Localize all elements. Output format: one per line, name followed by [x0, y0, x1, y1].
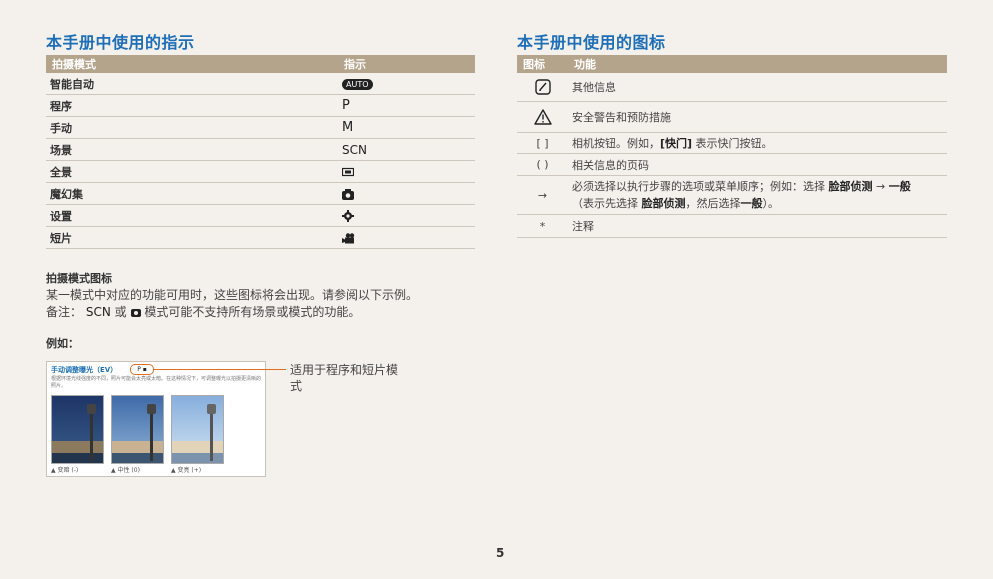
function-text: 注释: [568, 214, 947, 238]
caption-bright: ▲ 变亮 (+): [171, 467, 202, 474]
mode-name: 魔幻集: [46, 182, 338, 205]
table-row: 安全警告和预防措施: [517, 101, 947, 133]
example-heading: 例如：: [46, 337, 79, 350]
scene-icon: SCN: [342, 142, 367, 157]
sample-title: 手动调整曝光（EV）: [51, 366, 118, 374]
photo-dark: [51, 395, 104, 464]
photo-neutral: [111, 395, 164, 464]
callout-line: [154, 369, 286, 370]
movie-icon: ▪: [142, 366, 147, 373]
note-line: 备注： SCN 或 模式可能不支持所有场景或模式的功能。: [46, 304, 476, 321]
movie-icon: [342, 232, 355, 243]
photo-bright: [171, 395, 224, 464]
sample-description: 根据环境光线强度的不同，照片可能会太亮或太暗。在这种情况下，可调整曝光以拍摄更清…: [51, 376, 262, 389]
mode-icons-heading: 拍摄模式图标: [46, 272, 112, 285]
col-header-function: 功能: [568, 55, 947, 73]
program-icon: P: [342, 98, 350, 113]
magic-frame-icon: [130, 308, 141, 317]
sample-mode-badge: P ▪: [130, 364, 154, 375]
col-header-indicator: 指示: [338, 55, 475, 73]
note-prefix: 备注：: [46, 305, 83, 319]
scene-icon: SCN: [85, 305, 111, 319]
warning-icon: [533, 109, 552, 125]
mode-name: 短片: [46, 226, 338, 249]
asterisk-icon: *: [517, 214, 568, 238]
smart-auto-icon: AUTO: [342, 79, 373, 90]
table-row: 短片: [46, 226, 475, 249]
manual-icon: M: [342, 120, 354, 135]
settings-icon: [342, 210, 354, 222]
example-page-thumbnail: 手动调整曝光（EV） P ▪ 根据环境光线强度的不同，照片可能会太亮或太暗。在这…: [46, 361, 266, 477]
table-row: 智能自动 AUTO: [46, 73, 475, 95]
icons-heading: 本手册中使用的图标: [517, 33, 666, 52]
magic-frame-icon: [342, 188, 354, 200]
function-text: 安全警告和预防措施: [568, 101, 947, 133]
callout-text: 适用于程序和短片模式: [290, 363, 399, 393]
mode-icons-text: 某一模式中对应的功能可用时，这些图标将会出现。请参阅以下示例。: [46, 288, 419, 302]
function-text: 其他信息: [568, 73, 947, 102]
caption-dark: ▲ 变暗 (-): [51, 467, 79, 474]
function-text: 必须选择以执行步骤的选项或菜单顺序；例如：选择 脸部侦测 → 一般 （表示先选择…: [568, 175, 947, 215]
icon-meaning-table: 图标 功能 其他信息 安全警告和预防措施 [ ] 相机按钮。例如，[快门] 表示…: [517, 55, 947, 238]
note-suffix: 模式可能不支持所有场景或模式的功能。: [144, 305, 361, 319]
table-row: → 必须选择以执行步骤的选项或菜单顺序；例如：选择 脸部侦测 → 一般 （表示先…: [517, 175, 947, 215]
caption-neutral: ▲ 中性 (0): [111, 467, 140, 474]
page-number: 5: [496, 546, 505, 560]
table-row: 其他信息: [517, 73, 947, 102]
table-row: * 注释: [517, 214, 947, 238]
bracket-icon: [ ]: [517, 132, 568, 154]
mode-name: 程序: [46, 94, 338, 117]
col-header-icon: 图标: [517, 55, 568, 73]
table-row: 全景: [46, 160, 475, 183]
panorama-icon: [342, 167, 354, 177]
table-row: 手动 M: [46, 116, 475, 139]
program-icon: P: [137, 366, 141, 373]
mode-name: 手动: [46, 116, 338, 139]
memo-icon: [534, 79, 551, 95]
note-or: 或: [114, 305, 127, 319]
mode-name: 全景: [46, 160, 338, 183]
table-row: 设置: [46, 204, 475, 227]
function-text: 相关信息的页码: [568, 153, 947, 176]
indicators-heading: 本手册中使用的指示: [46, 33, 195, 52]
arrow-icon: →: [517, 175, 568, 215]
table-row: 场景 SCN: [46, 138, 475, 161]
mode-indicator-table: 拍摄模式 指示 智能自动 AUTO 程序 P 手动 M 场景 SCN 全景 魔幻…: [46, 55, 475, 249]
table-row: 程序 P: [46, 94, 475, 117]
table-row: [ ] 相机按钮。例如，[快门] 表示快门按钮。: [517, 132, 947, 154]
mode-name: 设置: [46, 204, 338, 227]
function-text: 相机按钮。例如，[快门] 表示快门按钮。: [568, 132, 947, 154]
col-header-mode: 拍摄模式: [46, 55, 338, 73]
table-row: 魔幻集: [46, 182, 475, 205]
mode-name: 智能自动: [46, 73, 338, 95]
table-row: ( ) 相关信息的页码: [517, 153, 947, 176]
parenthesis-icon: ( ): [517, 153, 568, 176]
mode-name: 场景: [46, 138, 338, 161]
